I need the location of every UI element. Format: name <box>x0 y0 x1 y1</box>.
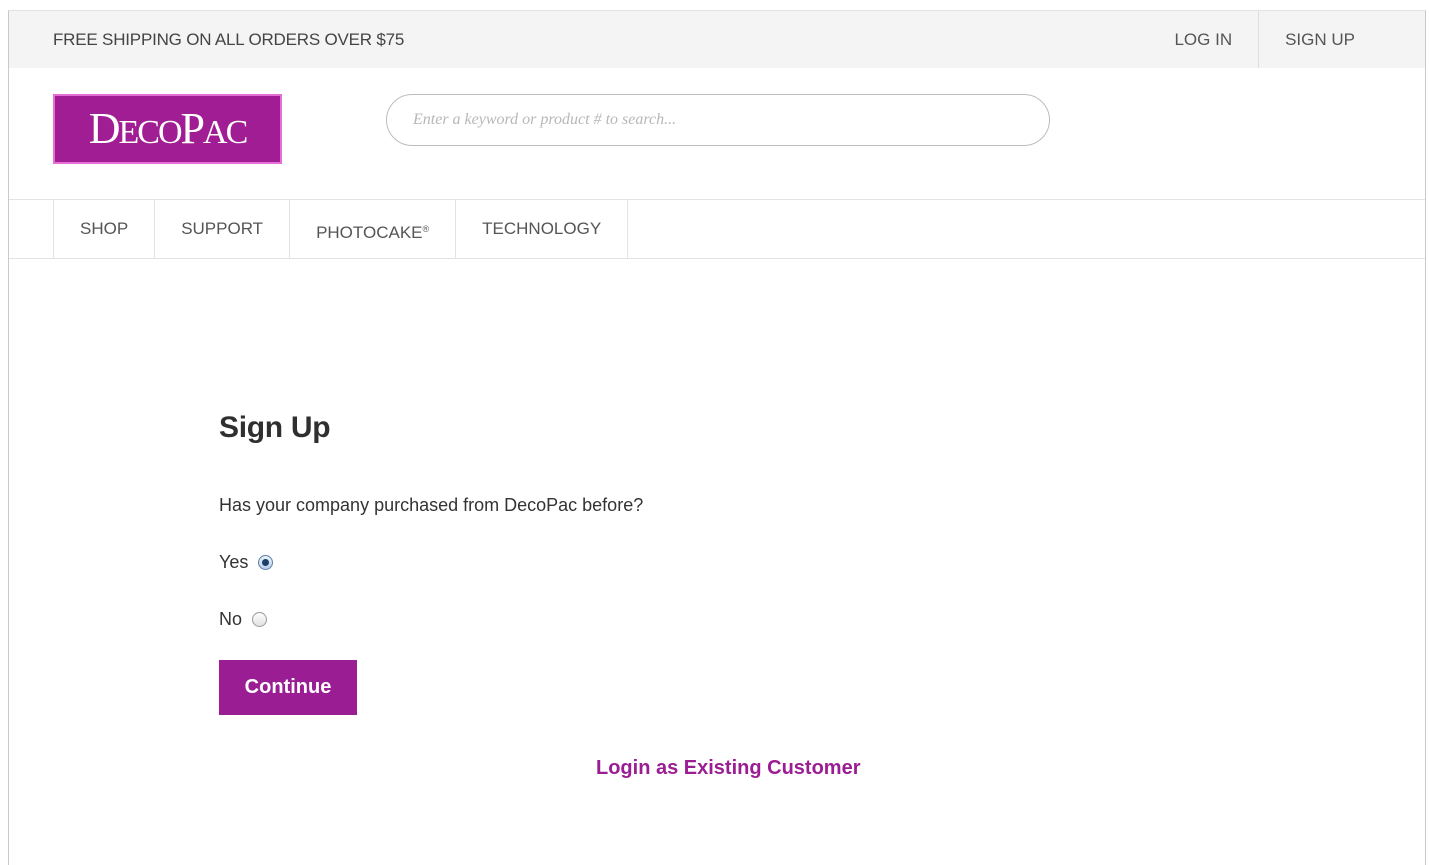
logo-text: DECOPAC <box>88 104 249 153</box>
option-yes-label: Yes <box>219 552 249 572</box>
login-link[interactable]: LOG IN <box>1148 11 1258 68</box>
promo-bar: FREE SHIPPING ON ALL ORDERS OVER $75 LOG… <box>9 11 1425 68</box>
nav-item-technology[interactable]: TECHNOLOGY <box>456 200 629 259</box>
nav-item-shop[interactable]: SHOP <box>54 200 156 259</box>
decopac-logo[interactable]: DECOPAC <box>53 94 282 164</box>
purchase-question: Has your company purchased from DecoPac … <box>219 495 644 515</box>
option-yes-radio[interactable] <box>258 555 274 570</box>
registered-mark: ® <box>422 224 430 234</box>
nav-item-support[interactable]: SUPPORT <box>155 200 291 259</box>
site-header: DECOPAC <box>9 68 1425 200</box>
main-nav: SHOP SUPPORT PHOTOCAKE® TECHNOLOGY <box>9 200 1425 259</box>
continue-button[interactable]: Continue <box>219 660 357 715</box>
search-input[interactable] <box>386 94 1050 146</box>
page-title: Sign Up <box>219 411 331 444</box>
free-shipping-banner: FREE SHIPPING ON ALL ORDERS OVER $75 <box>53 30 405 49</box>
signup-link[interactable]: SIGN UP <box>1258 11 1425 68</box>
option-yes[interactable]: Yes <box>219 552 274 573</box>
nav-item-photocake[interactable]: PHOTOCAKE® <box>290 200 457 259</box>
signup-form: Sign Up Has your company purchased from … <box>219 411 919 779</box>
account-links: LOG IN SIGN UP <box>1148 11 1425 68</box>
option-no[interactable]: No <box>219 609 268 630</box>
login-existing-customer-link[interactable]: Login as Existing Customer <box>596 757 860 780</box>
option-no-radio[interactable] <box>252 612 268 627</box>
option-no-label: No <box>219 609 243 629</box>
nav-list: SHOP SUPPORT PHOTOCAKE® TECHNOLOGY <box>53 200 629 259</box>
page-frame: FREE SHIPPING ON ALL ORDERS OVER $75 LOG… <box>8 10 1426 865</box>
